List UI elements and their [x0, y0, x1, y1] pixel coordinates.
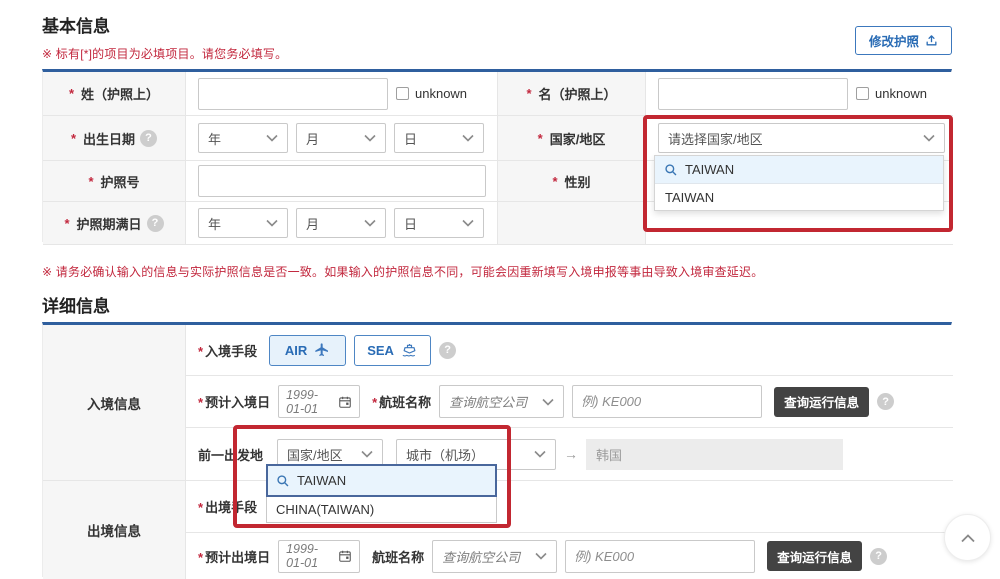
- checkbox-icon: [396, 87, 409, 100]
- entry-air-button[interactable]: AIR: [269, 335, 346, 366]
- chevron-down-icon: [364, 219, 376, 227]
- detail-info-table: 入境信息 *入境手段 AIR SEA ? *预计入境日 1999-01-01: [42, 322, 952, 577]
- chevron-down-icon: [923, 134, 935, 142]
- chevron-up-icon: [960, 533, 976, 543]
- exit-flight-label: 航班名称: [372, 547, 424, 566]
- chevron-down-icon: [361, 450, 373, 458]
- entry-date-row: *预计入境日 1999-01-01 *航班名称 查询航空公司 查询运行信息 ?: [186, 376, 953, 428]
- departure-dropdown-search[interactable]: TAIWAN: [266, 464, 497, 497]
- entry-flight-label: *航班名称: [372, 392, 431, 411]
- surname-label: * 姓（护照上）: [43, 72, 186, 116]
- calendar-icon: [338, 395, 352, 409]
- surname-input[interactable]: [198, 78, 388, 110]
- exit-flight-no-input[interactable]: [565, 540, 755, 573]
- unknown-label: unknown: [875, 86, 927, 101]
- chevron-down-icon: [542, 398, 554, 406]
- expiry-help-icon[interactable]: ?: [147, 215, 164, 232]
- required-marker: *: [71, 131, 76, 146]
- search-icon: [276, 474, 290, 488]
- upload-icon: [925, 34, 938, 47]
- entry-method-row: *入境手段 AIR SEA ?: [186, 325, 953, 376]
- airplane-icon: [314, 342, 330, 358]
- chevron-down-icon: [266, 134, 278, 142]
- chevron-down-icon: [462, 219, 474, 227]
- birthdate-label: * 出生日期 ?: [43, 116, 186, 161]
- entry-date-picker[interactable]: 1999-01-01: [278, 385, 360, 418]
- ship-icon: [401, 342, 418, 358]
- country-dropdown-search[interactable]: TAIWAN: [655, 156, 943, 184]
- country-label: * 国家/地区: [498, 116, 646, 161]
- expiry-month-select[interactable]: 月: [296, 208, 386, 238]
- givenname-label: * 名（护照上）: [498, 72, 646, 116]
- arrival-card-form-page: 基本信息 ※ 标有[*]的项目为必填项目。请您务必填写。 修改护照 * 姓（护照…: [0, 0, 1000, 579]
- exit-flight-help-icon[interactable]: ?: [870, 548, 887, 565]
- prev-departure-label: 前一出发地: [198, 445, 263, 464]
- entry-method-label: *入境手段: [198, 341, 257, 360]
- birth-day-select[interactable]: 日: [394, 123, 484, 153]
- country-dropdown-panel: TAIWAN TAIWAN: [654, 155, 944, 211]
- entry-date-label: *预计入境日: [198, 392, 270, 411]
- modify-passport-label: 修改护照: [869, 31, 919, 50]
- required-marker: *: [526, 86, 531, 101]
- required-fields-note: ※ 标有[*]的项目为必填项目。请您务必填写。: [42, 45, 287, 62]
- scroll-to-top-button[interactable]: [944, 514, 991, 561]
- modify-passport-button[interactable]: 修改护照: [855, 26, 952, 55]
- required-marker: *: [69, 86, 74, 101]
- basic-info-title: 基本信息: [42, 12, 110, 37]
- destination-korea-field: 韩国: [586, 439, 843, 470]
- arrow-right-icon: →: [564, 446, 578, 462]
- entry-method-help-icon[interactable]: ?: [439, 342, 456, 359]
- chevron-down-icon: [266, 219, 278, 227]
- passport-expiry-label: * 护照期满日 ?: [43, 202, 186, 245]
- givenname-input[interactable]: [658, 78, 848, 110]
- givenname-unknown-checkbox[interactable]: unknown: [856, 86, 927, 101]
- search-icon: [664, 163, 678, 177]
- exit-method-label: *出境手段: [198, 497, 257, 516]
- exit-date-row: *预计出境日 1999-01-01 航班名称 查询航空公司 查询运行信息 ?: [186, 533, 953, 579]
- entry-search-flight-button[interactable]: 查询运行信息: [774, 387, 869, 417]
- chevron-down-icon: [462, 134, 474, 142]
- passport-confirm-note: ※ 请务必确认输入的信息与实际护照信息是否一致。如果输入的护照信息不同，可能会因…: [42, 263, 763, 280]
- chevron-down-icon: [364, 134, 376, 142]
- exit-date-picker[interactable]: 1999-01-01: [278, 540, 360, 573]
- calendar-icon: [338, 549, 352, 563]
- birthdate-help-icon[interactable]: ?: [140, 130, 157, 147]
- exit-airline-select[interactable]: 查询航空公司: [432, 540, 557, 573]
- entry-sea-button[interactable]: SEA: [354, 335, 431, 366]
- entry-flight-no-input[interactable]: [572, 385, 762, 418]
- passport-no-input[interactable]: [198, 165, 486, 197]
- surname-unknown-checkbox[interactable]: unknown: [396, 86, 467, 101]
- exit-info-group-label: 出境信息: [43, 481, 186, 579]
- required-marker: *: [552, 174, 557, 189]
- country-select[interactable]: 请选择国家/地区: [658, 123, 945, 153]
- birth-year-select[interactable]: 年: [198, 123, 288, 153]
- passport-no-label: * 护照号: [43, 161, 186, 202]
- expiry-day-select[interactable]: 日: [394, 208, 484, 238]
- departure-dropdown-option-china-taiwan[interactable]: CHINA(TAIWAN): [266, 497, 497, 523]
- chevron-down-icon: [534, 450, 546, 458]
- birth-month-select[interactable]: 月: [296, 123, 386, 153]
- required-marker: *: [538, 131, 543, 146]
- checkbox-icon: [856, 87, 869, 100]
- expiry-year-select[interactable]: 年: [198, 208, 288, 238]
- entry-airline-select[interactable]: 查询航空公司: [439, 385, 564, 418]
- entry-info-group-label: 入境信息: [43, 325, 186, 481]
- required-marker: *: [88, 174, 93, 189]
- country-dropdown-option-taiwan[interactable]: TAIWAN: [655, 184, 943, 210]
- chevron-down-icon: [535, 552, 547, 560]
- unknown-label: unknown: [415, 86, 467, 101]
- entry-flight-help-icon[interactable]: ?: [877, 393, 894, 410]
- exit-search-flight-button[interactable]: 查询运行信息: [767, 541, 862, 571]
- exit-date-label: *预计出境日: [198, 547, 270, 566]
- detail-info-title: 详细信息: [42, 292, 110, 317]
- required-marker: *: [64, 216, 69, 231]
- gender-label: * 性别: [498, 161, 646, 202]
- departure-dropdown-panel: TAIWAN CHINA(TAIWAN): [266, 464, 497, 523]
